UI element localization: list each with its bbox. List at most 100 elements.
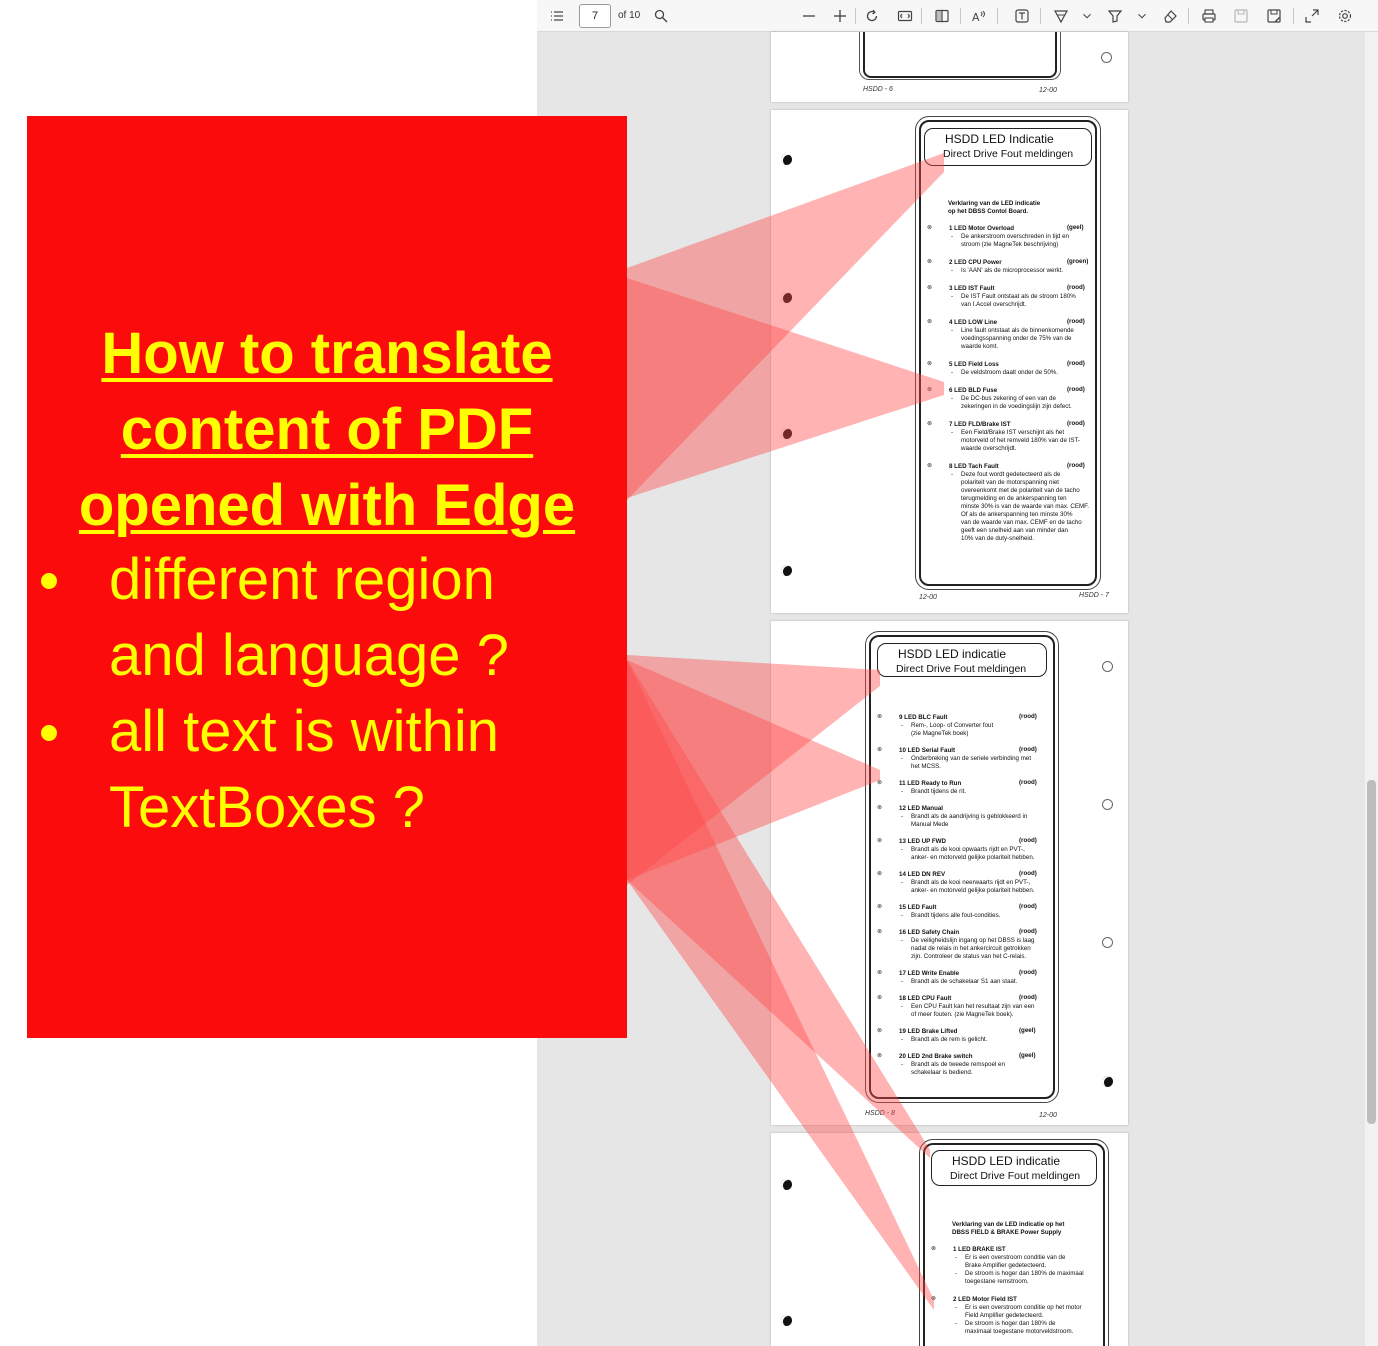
callout-panel: How to translate content of PDF opened w…: [27, 116, 627, 1038]
page-9-intro: Verklaring van de LED indicatie op het: [952, 1221, 1065, 1228]
led-item-title: 18 LED CPU Fault: [899, 995, 952, 1002]
led-item-description: anker- en motorveld gelijke polariteit h…: [911, 854, 1035, 861]
text-box-icon[interactable]: [1012, 5, 1032, 27]
led-item-description: waarde overschrijdt.: [961, 445, 1017, 452]
led-item-description: van de waarde van max. CEMF en de tacho: [961, 519, 1082, 526]
led-item-title: 5 LED Field Loss: [949, 361, 999, 368]
dash-mark: -: [901, 1003, 904, 1010]
page-9-header-subtitle: Direct Drive Fout meldingen: [950, 1170, 1081, 1182]
led-item-description: zijn. Controleer de status van het C-rel…: [911, 953, 1027, 960]
page-number-input[interactable]: 7: [579, 4, 611, 28]
scrollbar-track[interactable]: [1365, 32, 1378, 1346]
dash-mark: -: [955, 1254, 958, 1261]
led-item-description: Brandt als de tweede remspoel en: [911, 1061, 1005, 1068]
dash-mark: -: [955, 1304, 958, 1311]
search-icon[interactable]: [651, 5, 671, 27]
led-bullet-icon: ⊗: [877, 747, 883, 753]
led-item-color: (rood): [1067, 462, 1085, 469]
pdf-page-7: HSDD LED Indicatie Direct Drive Fout mel…: [771, 110, 1128, 613]
dash-mark: -: [901, 788, 904, 795]
page-6-footer-left: HSDD - 6: [863, 86, 893, 93]
led-bullet-icon: ⊗: [877, 904, 883, 910]
dash-mark: -: [901, 813, 904, 820]
led-item-color: (rood): [1019, 779, 1037, 786]
led-item-title: 1 LED Motor Overload: [949, 225, 1014, 232]
eraser-icon[interactable]: [1160, 5, 1180, 27]
led-item-description: Is 'AAN' als de microprocessor werkt.: [961, 267, 1064, 274]
rotate-icon[interactable]: [862, 5, 882, 27]
led-item-title: 20 LED 2nd Brake switch: [899, 1053, 973, 1060]
led-bullet-icon: ⊗: [877, 805, 883, 811]
fit-page-icon[interactable]: [895, 5, 915, 27]
led-item-description: anker- en motorveld gelijke polariteit h…: [911, 887, 1035, 894]
contents-icon[interactable]: [547, 5, 567, 27]
page-total-label: of 10: [618, 10, 641, 21]
draw-icon[interactable]: [1051, 5, 1071, 27]
question-2-line-2: TextBoxes ?: [109, 775, 425, 840]
led-item-description: minste 30% is van de waarde van max. CEM…: [961, 503, 1089, 510]
led-item-description: Brandt als de kooi neerwaarts rijdt en P…: [911, 879, 1031, 886]
led-item-color: (rood): [1067, 420, 1085, 427]
led-item-title: 3 LED IST Fault: [949, 285, 995, 292]
led-item-description: Manual Mede: [911, 821, 949, 828]
page-9-header: HSDD LED indicatie Direct Drive Fout mel…: [931, 1150, 1097, 1186]
dash-mark: -: [901, 722, 904, 729]
led-item-description: Of als de ankerspanning ten minste 30%: [961, 511, 1073, 518]
page-7-header: HSDD LED Indicatie Direct Drive Fout mel…: [924, 128, 1092, 166]
led-item-description: overeenkomt met de polariteit van de tac…: [961, 487, 1080, 494]
led-bullet-icon: ⊗: [877, 970, 883, 976]
led-item-title: 19 LED Brake Lifted: [899, 1028, 958, 1035]
led-item-description: Line fault ontstaat als de binnenkomende: [961, 327, 1074, 334]
pdf-page-6: HSDD - 6 12-00: [771, 32, 1128, 102]
read-aloud-icon[interactable]: A: [969, 5, 989, 27]
led-item-description: Brandt tijdens alle fout-condities.: [911, 912, 1001, 919]
pdf-toolbar: 7 of 10 A: [537, 0, 1378, 32]
led-item-color: (groen): [1067, 258, 1089, 265]
dash-mark: -: [901, 846, 904, 853]
save-as-icon[interactable]: [1264, 5, 1284, 27]
led-item-color: (rood): [1067, 318, 1085, 325]
led-item-description: toegestane remstroom.: [965, 1278, 1029, 1285]
led-item-description: het MCSS.: [911, 763, 941, 770]
led-item-title: 1 LED BRAKE IST: [953, 1246, 1006, 1253]
led-item-description: zekeringen in de voedingslijn zijn defec…: [961, 403, 1072, 410]
page-8-footer-left: HSDD - 8: [865, 1110, 895, 1117]
print-icon[interactable]: [1199, 5, 1219, 27]
led-item-description: voedingsspanning onder de 75% van de: [961, 335, 1072, 342]
led-item-description: De veldstroom daalt onder de 50%.: [961, 369, 1058, 376]
page-view-icon[interactable]: [932, 5, 952, 27]
led-item-description: De DC-bus zekering of een van de: [961, 395, 1056, 402]
callout-headline: How to translate content of PDF opened w…: [27, 316, 627, 544]
led-bullet-icon: ⊗: [877, 714, 883, 720]
highlight-dropdown-icon[interactable]: [1135, 5, 1149, 27]
page-9-header-title: HSDD LED indicatie: [952, 1154, 1061, 1168]
save-icon[interactable]: [1231, 5, 1251, 27]
headline-line-1: How to translate: [101, 321, 553, 386]
zoom-in-icon[interactable]: [830, 5, 850, 27]
pdf-page-8: HSDD LED indicatie Direct Drive Fout mel…: [771, 621, 1128, 1125]
question-1-line-2: and language ?: [109, 623, 509, 688]
page-7-intro: Verklaring van de LED indicatie: [948, 200, 1041, 207]
led-bullet-icon: ⊗: [877, 838, 883, 844]
led-bullet-icon: ⊗: [927, 285, 933, 291]
led-bullet-icon: ⊗: [927, 225, 933, 231]
pdf-viewer: 7 of 10 A HSDD - 6 12-00 HSDD LED Indica…: [537, 0, 1378, 1346]
page-7-footer-right: HSDD - 7: [1079, 592, 1109, 599]
settings-icon[interactable]: [1335, 5, 1355, 27]
highlight-icon[interactable]: [1105, 5, 1125, 27]
led-item-description: Een Field/Brake IST verschijnt als het: [961, 429, 1065, 436]
led-bullet-icon: ⊗: [877, 1028, 883, 1034]
draw-dropdown-icon[interactable]: [1080, 5, 1094, 27]
scrollbar-thumb[interactable]: [1367, 780, 1376, 1124]
led-item-title: 10 LED Serial Fault: [899, 747, 956, 754]
led-item-color: (geel): [1019, 1027, 1036, 1034]
zoom-out-icon[interactable]: [799, 5, 819, 27]
led-item-description: De veiligheidslijn ingang op het DBSS is…: [911, 937, 1035, 944]
led-item-title: 2 LED Motor Field IST: [953, 1296, 1017, 1303]
led-item-description: De IST Fault ontstaat als de stroom 180%: [961, 293, 1076, 300]
led-bullet-icon: ⊗: [877, 1053, 883, 1059]
page-7-footer-left: 12-00: [919, 594, 937, 601]
dash-mark: -: [901, 879, 904, 886]
fullscreen-icon[interactable]: [1302, 5, 1322, 27]
led-item-color: (rood): [1019, 713, 1037, 720]
